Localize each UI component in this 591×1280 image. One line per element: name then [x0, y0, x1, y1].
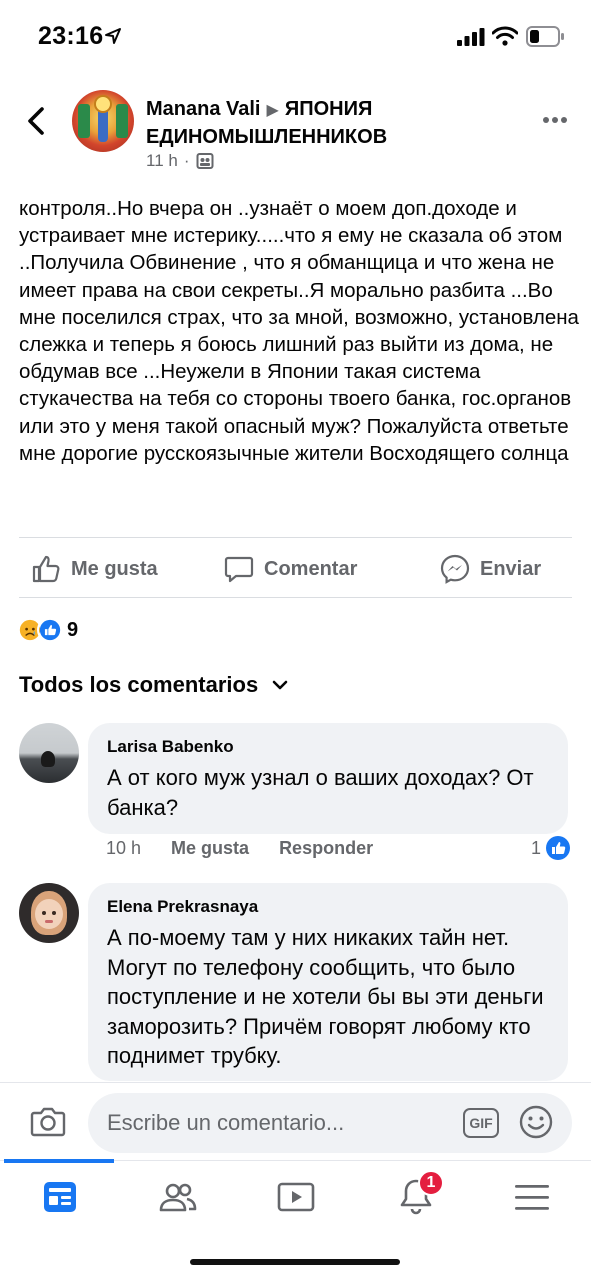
active-tab-indicator — [4, 1159, 114, 1163]
notifications-badge: 1 — [418, 1170, 444, 1196]
commenter-avatar[interactable] — [19, 883, 79, 943]
triangle-right-icon: ▶ — [266, 102, 279, 119]
post-meta: 11 h · — [146, 151, 214, 171]
camera-icon[interactable] — [30, 1103, 66, 1139]
chevron-down-icon — [272, 680, 288, 690]
status-bar: 23:16 — [0, 0, 591, 76]
comment-label: Comentar — [264, 557, 358, 580]
battery-icon — [526, 26, 564, 47]
comment-input[interactable] — [88, 1093, 572, 1153]
messenger-icon — [440, 554, 470, 584]
comment-button[interactable]: Comentar — [224, 545, 357, 593]
tab-watch-icon[interactable] — [276, 1177, 316, 1217]
emoji-icon[interactable] — [518, 1104, 554, 1140]
speech-bubble-icon — [224, 556, 254, 583]
tab-friends-icon[interactable] — [158, 1177, 198, 1217]
commenter-name[interactable]: Larisa Babenko — [107, 737, 550, 757]
like-button[interactable]: Me gusta — [31, 545, 158, 593]
thumbs-up-icon — [32, 555, 60, 583]
comment-actions: 10 h Me gusta Responder — [106, 838, 373, 859]
comment-text: А от кого муж узнал о ваших доходах? От … — [107, 765, 534, 820]
group-privacy-icon — [196, 153, 213, 169]
comment-like-count[interactable]: 1 — [531, 835, 571, 861]
more-options-icon[interactable] — [542, 115, 568, 125]
author-name[interactable]: Manana Vali — [146, 98, 261, 120]
like-label: Me gusta — [71, 557, 158, 580]
comment-time: 10 h — [106, 838, 142, 858]
like-reaction-icon — [546, 836, 571, 860]
comment-reply-button[interactable]: Responder — [279, 838, 373, 859]
home-indicator[interactable] — [190, 1259, 400, 1265]
comment-composer: GIF — [0, 1082, 591, 1160]
tab-menu-icon[interactable] — [512, 1177, 552, 1217]
gif-label: GIF — [469, 1115, 493, 1131]
wifi-icon — [492, 26, 518, 46]
back-chevron-icon[interactable] — [22, 103, 50, 139]
dot-separator: · — [183, 151, 190, 170]
like-reaction-icon — [37, 617, 63, 643]
commenter-avatar[interactable] — [19, 723, 79, 783]
divider — [19, 597, 572, 598]
comment-like-button[interactable]: Me gusta — [171, 838, 249, 859]
group-avatar[interactable] — [72, 90, 134, 152]
post-body-text: контроля..Но вчера он ..узнаёт о моем до… — [19, 197, 579, 465]
comments-filter[interactable]: Todos los comentarios — [19, 672, 288, 698]
send-button[interactable]: Enviar — [440, 545, 541, 593]
comments-heading-label: Todos los comentarios — [19, 672, 259, 697]
tab-news-feed-icon[interactable] — [40, 1177, 80, 1217]
gif-button[interactable]: GIF — [463, 1108, 499, 1138]
post-header: Manana Vali ▶ ЯПОНИЯ ЕДИНОМЫШЛЕННИКОВ 11 h… — [0, 85, 591, 185]
comment-bubble: Elena Prekrasnaya А по-моему там у них н… — [88, 883, 568, 1081]
comment-like-number: 1 — [531, 837, 542, 858]
divider — [19, 537, 572, 538]
comment-text: А по-моему там у них никаких тайн нет. М… — [107, 925, 544, 1068]
commenter-name[interactable]: Elena Prekrasnaya — [107, 897, 550, 917]
location-arrow-icon — [105, 28, 121, 44]
reactions-summary[interactable]: 9 — [17, 615, 78, 645]
post-actions: Me gusta Comentar Enviar — [0, 545, 591, 593]
post-age: 11 h — [146, 151, 178, 170]
post-author-line[interactable]: Manana Vali ▶ ЯПОНИЯ ЕДИНОМЫШЛЕННИКОВ — [146, 96, 516, 151]
cellular-signal-icon — [457, 28, 485, 46]
send-label: Enviar — [480, 557, 542, 580]
status-time: 23:16 — [38, 22, 104, 50]
comment-bubble: Larisa Babenko А от кого муж узнал о ваш… — [88, 723, 568, 834]
reaction-count: 9 — [67, 618, 79, 641]
